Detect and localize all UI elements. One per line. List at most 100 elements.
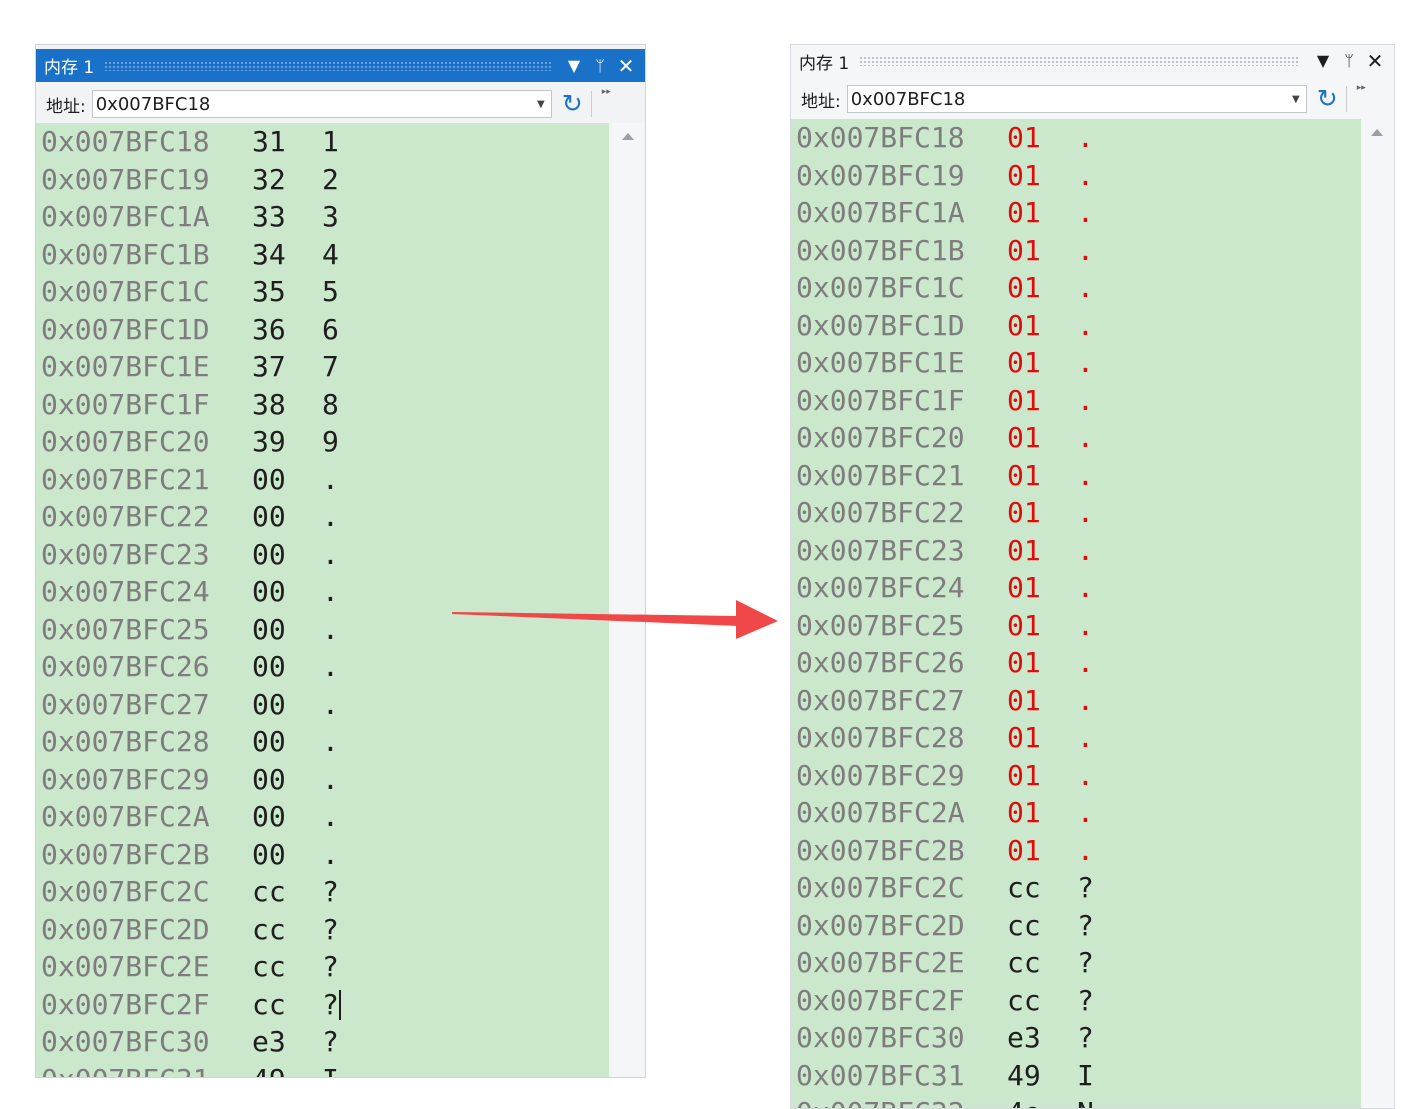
row-address[interactable]: 0x007BFC25 [41,611,210,649]
row-address[interactable]: 0x007BFC2A [41,798,210,836]
refresh-icon[interactable]: ↻ [562,90,583,118]
row-hex-value[interactable]: cc [252,873,286,911]
row-address[interactable]: 0x007BFC26 [796,644,965,682]
row-char-value[interactable]: . [1077,757,1094,795]
row-char-value[interactable]: ? [322,986,339,1024]
row-address[interactable]: 0x007BFC28 [796,719,965,757]
row-char-value[interactable]: I [322,1061,339,1078]
row-hex-value[interactable]: 01 [1007,232,1041,270]
row-address[interactable]: 0x007BFC2B [796,832,965,870]
scroll-up-icon[interactable] [1371,129,1383,136]
row-hex-value[interactable]: 33 [252,198,286,236]
row-char-value[interactable]: . [1077,419,1094,457]
row-char-value[interactable]: . [1077,194,1094,232]
row-hex-value[interactable]: 39 [252,423,286,461]
chevron-down-icon[interactable]: ▼ [537,99,545,110]
row-address[interactable]: 0x007BFC1F [41,386,210,424]
row-address[interactable]: 0x007BFC24 [796,569,965,607]
row-char-value[interactable]: ? [1077,944,1094,982]
row-hex-value[interactable]: 31 [252,123,286,161]
row-char-value[interactable]: ? [1077,982,1094,1020]
row-char-value[interactable]: ? [1077,1019,1094,1057]
row-char-value[interactable]: ? [322,1023,339,1061]
row-hex-value[interactable]: 00 [252,798,286,836]
row-address[interactable]: 0x007BFC29 [41,761,210,799]
row-hex-value[interactable]: 49 [252,1061,286,1078]
row-address[interactable]: 0x007BFC19 [796,157,965,195]
row-address[interactable]: 0x007BFC2D [796,907,965,945]
row-address[interactable]: 0x007BFC22 [796,494,965,532]
row-char-value[interactable]: . [322,648,339,686]
row-address[interactable]: 0x007BFC24 [41,573,210,611]
row-char-value[interactable]: . [1077,382,1094,420]
vertical-scrollbar[interactable] [1361,119,1394,1108]
row-hex-value[interactable]: 38 [252,386,286,424]
row-address[interactable]: 0x007BFC20 [41,423,210,461]
row-char-value[interactable]: 9 [322,423,339,461]
row-char-value[interactable]: 7 [322,348,339,386]
row-address[interactable]: 0x007BFC30 [796,1019,965,1057]
window-titlebar[interactable]: 内存 1 ▼ ᛘ ✕ [36,49,645,82]
row-hex-value[interactable]: 01 [1007,794,1041,832]
row-hex-value[interactable]: 01 [1007,494,1041,532]
row-hex-value[interactable]: 00 [252,723,286,761]
row-char-value[interactable]: 6 [322,311,339,349]
row-char-value[interactable]: . [322,611,339,649]
row-hex-value[interactable]: 00 [252,611,286,649]
row-hex-value[interactable]: cc [1007,944,1041,982]
row-char-value[interactable]: 3 [322,198,339,236]
row-address[interactable]: 0x007BFC29 [796,757,965,795]
row-hex-value[interactable]: 01 [1007,194,1041,232]
row-hex-value[interactable]: 01 [1007,269,1041,307]
memory-grid[interactable]: 0x007BFC18 01. 0x007BFC19 01. 0x007BFC1A 01. 0… [791,119,1362,1108]
row-hex-value[interactable]: 4e [1007,1094,1041,1108]
row-address[interactable]: 0x007BFC1D [796,307,965,345]
row-char-value[interactable]: I [1077,1057,1094,1095]
row-hex-value[interactable]: 01 [1007,682,1041,720]
scroll-up-icon[interactable] [622,133,634,140]
row-char-value[interactable]: . [1077,832,1094,870]
row-hex-value[interactable]: 00 [252,648,286,686]
address-value[interactable]: 0x007BFC18 [96,94,537,115]
row-address[interactable]: 0x007BFC23 [796,532,965,570]
row-hex-value[interactable]: 01 [1007,382,1041,420]
row-address[interactable]: 0x007BFC2E [41,948,210,986]
row-char-value[interactable]: . [1077,682,1094,720]
row-hex-value[interactable]: 00 [252,461,286,499]
row-char-value[interactable]: 8 [322,386,339,424]
row-address[interactable]: 0x007BFC1E [796,344,965,382]
row-char-value[interactable]: . [1077,644,1094,682]
row-address[interactable]: 0x007BFC27 [41,686,210,724]
row-address[interactable]: 0x007BFC1A [796,194,965,232]
row-char-value[interactable]: N [1077,1094,1094,1108]
row-hex-value[interactable]: 01 [1007,607,1041,645]
row-hex-value[interactable]: 00 [252,536,286,574]
row-address[interactable]: 0x007BFC26 [41,648,210,686]
close-icon[interactable]: ✕ [613,56,639,76]
address-input[interactable]: 0x007BFC18 ▼ [91,90,552,118]
row-char-value[interactable]: ? [322,911,339,949]
row-address[interactable]: 0x007BFC21 [41,461,210,499]
row-hex-value[interactable]: 01 [1007,344,1041,382]
row-char-value[interactable]: ? [322,948,339,986]
row-address[interactable]: 0x007BFC23 [41,536,210,574]
row-address[interactable]: 0x007BFC31 [796,1057,965,1095]
row-address[interactable]: 0x007BFC1C [796,269,965,307]
row-address[interactable]: 0x007BFC2E [796,944,965,982]
row-char-value[interactable]: . [322,686,339,724]
row-char-value[interactable]: . [1077,494,1094,532]
row-hex-value[interactable]: 01 [1007,719,1041,757]
row-address[interactable]: 0x007BFC20 [796,419,965,457]
row-char-value[interactable]: . [322,798,339,836]
row-char-value[interactable]: . [322,761,339,799]
row-hex-value[interactable]: 01 [1007,457,1041,495]
row-hex-value[interactable]: 01 [1007,532,1041,570]
row-hex-value[interactable]: 49 [1007,1057,1041,1095]
row-char-value[interactable]: . [322,498,339,536]
row-hex-value[interactable]: cc [1007,982,1041,1020]
row-hex-value[interactable]: 01 [1007,569,1041,607]
overflow-icon[interactable]: ▸▸ [1357,83,1366,93]
row-hex-value[interactable]: 32 [252,161,286,199]
row-address[interactable]: 0x007BFC2B [41,836,210,874]
row-address[interactable]: 0x007BFC28 [41,723,210,761]
